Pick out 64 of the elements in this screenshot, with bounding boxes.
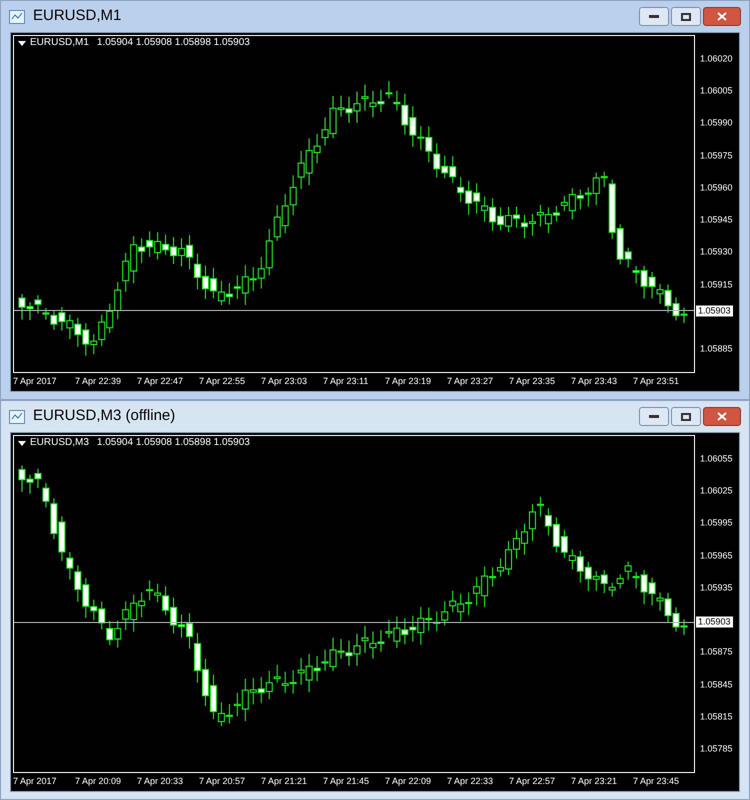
price-label: 1.05875	[700, 648, 733, 657]
price-label: 1.06005	[700, 86, 733, 96]
restore-icon	[681, 12, 691, 20]
time-label: 7 Apr 23:11	[323, 375, 370, 388]
time-label: 7 Apr 22:33	[447, 775, 494, 788]
time-label: 7 Apr 23:27	[447, 375, 494, 388]
symbol-label: EURUSD,M1	[30, 38, 89, 48]
price-label: 1.05915	[700, 280, 733, 290]
price-label: 1.05815	[700, 712, 733, 722]
symbol-label: EURUSD,M3	[30, 438, 89, 448]
time-label: 7 Apr 20:09	[75, 775, 122, 788]
time-label: 7 Apr 22:57	[509, 775, 556, 788]
price-label: 1.05945	[700, 216, 733, 225]
close-icon	[717, 412, 727, 421]
time-label: 7 Apr 2017	[13, 775, 58, 788]
window-title: EURUSD,M1	[33, 6, 122, 26]
close-button[interactable]	[703, 7, 741, 26]
ohlc-values: 1.05904 1.05908 1.05898 1.05903	[96, 438, 250, 448]
time-label: 7 Apr 22:39	[75, 375, 122, 388]
time-label: 7 Apr 2017	[13, 375, 58, 388]
restore-icon	[681, 412, 691, 420]
minimize-icon	[649, 414, 659, 418]
price-label: 1.06020	[700, 54, 733, 64]
time-label: 7 Apr 23:35	[509, 375, 556, 388]
chart-icon	[9, 410, 25, 424]
time-label: 7 Apr 21:21	[261, 775, 308, 788]
price-label: 1.05785	[700, 744, 733, 754]
time-label: 7 Apr 23:43	[571, 375, 618, 388]
time-label: 7 Apr 23:19	[385, 375, 432, 388]
minimize-button[interactable]	[639, 7, 669, 26]
time-label: 7 Apr 23:51	[633, 375, 680, 388]
time-label: 7 Apr 22:55	[199, 375, 246, 388]
price-label: 1.05845	[700, 680, 733, 690]
time-label: 7 Apr 21:45	[323, 775, 370, 788]
time-label: 7 Apr 23:03	[261, 375, 308, 388]
close-icon	[717, 12, 727, 21]
minimize-button[interactable]	[639, 407, 669, 426]
ohlc-values: 1.05904 1.05908 1.05898 1.05903	[96, 38, 250, 48]
time-label: 7 Apr 22:47	[137, 375, 184, 388]
dropdown-icon	[18, 440, 26, 446]
price-label: 1.05885	[700, 344, 733, 354]
price-label: 1.05930	[700, 248, 733, 257]
time-label: 7 Apr 20:57	[199, 775, 246, 788]
dropdown-icon	[18, 40, 26, 46]
price-label: 1.06055	[700, 454, 733, 464]
time-label: 7 Apr 22:09	[385, 775, 432, 788]
window-title: EURUSD,M3 (offline)	[33, 406, 176, 426]
price-label: 1.06025	[700, 486, 733, 496]
current-price-tag: 1.05903	[696, 616, 733, 628]
time-label: 7 Apr 23:21	[571, 775, 618, 788]
price-label: 1.05995	[700, 518, 733, 528]
price-label: 1.05965	[700, 551, 733, 560]
restore-button[interactable]	[671, 7, 701, 26]
price-label: 1.05975	[700, 151, 733, 160]
chart-icon	[9, 10, 25, 24]
time-label: 7 Apr 20:33	[137, 775, 184, 788]
price-label: 1.05990	[700, 118, 733, 128]
current-price-tag: 1.05903	[696, 305, 733, 316]
restore-button[interactable]	[671, 407, 701, 426]
close-button[interactable]	[703, 407, 741, 426]
minimize-icon	[649, 14, 659, 18]
time-label: 7 Apr 23:45	[633, 775, 680, 788]
price-label: 1.05960	[700, 183, 733, 192]
price-label: 1.05935	[700, 583, 733, 592]
